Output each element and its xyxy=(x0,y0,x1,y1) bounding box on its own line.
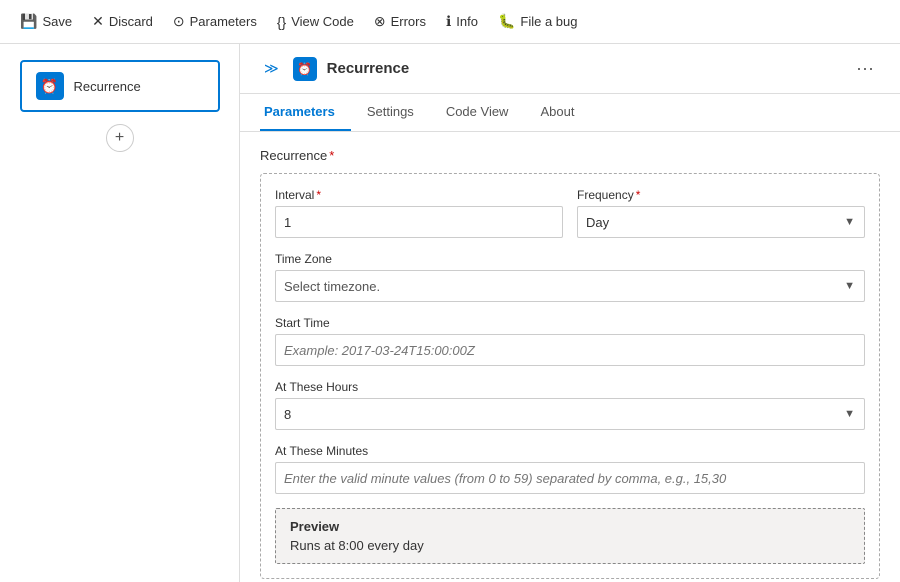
discard-button[interactable]: ✕ Discard xyxy=(84,9,161,34)
frequency-select[interactable]: Day Hour Minute Month Week xyxy=(577,206,865,238)
preview-box: Preview Runs at 8:00 every day xyxy=(275,508,865,564)
recurrence-section-label: Recurrence* xyxy=(260,148,880,163)
timezone-select-wrap: Select timezone. UTC Eastern Time Pacifi… xyxy=(275,270,865,302)
viewcode-button[interactable]: {} View Code xyxy=(269,10,362,34)
discard-icon: ✕ xyxy=(92,13,104,30)
parameters-button[interactable]: ⊙ Parameters xyxy=(165,9,265,34)
viewcode-icon: {} xyxy=(277,14,286,30)
main-layout: ⏰ Recurrence + ≫ ⏰ Recurrence ··· Parame… xyxy=(0,44,900,582)
frequency-group: Frequency* Day Hour Minute Month Week ▼ xyxy=(577,188,865,238)
save-icon: 💾 xyxy=(20,13,37,30)
info-button[interactable]: ℹ Info xyxy=(438,9,486,34)
errors-icon: ⊗ xyxy=(374,13,386,30)
hours-label: At These Hours xyxy=(275,380,865,394)
fileabug-button[interactable]: 🐛 File a bug xyxy=(490,9,586,34)
timezone-label: Time Zone xyxy=(275,252,865,266)
parameters-icon: ⊙ xyxy=(173,13,185,30)
timezone-group: Time Zone Select timezone. UTC Eastern T… xyxy=(275,252,865,302)
form-area: Recurrence* Interval* Frequency* xyxy=(240,132,900,582)
recurrence-node-label: Recurrence xyxy=(74,79,141,94)
recurrence-node-card[interactable]: ⏰ Recurrence xyxy=(20,60,220,112)
interval-frequency-row: Interval* Frequency* Day Hour Minute xyxy=(275,188,865,238)
tab-parameters[interactable]: Parameters xyxy=(260,94,351,131)
save-button[interactable]: 💾 Save xyxy=(12,9,80,34)
hours-select[interactable]: 8 0 1 2 3 4 5 6 7 9 10 12 xyxy=(275,398,865,430)
tab-about[interactable]: About xyxy=(536,94,590,131)
interval-group: Interval* xyxy=(275,188,563,238)
recurrence-node-icon: ⏰ xyxy=(36,72,64,100)
tab-settings[interactable]: Settings xyxy=(363,94,430,131)
starttime-input[interactable] xyxy=(275,334,865,366)
frequency-label: Frequency* xyxy=(577,188,865,202)
panel-header: ≫ ⏰ Recurrence ··· xyxy=(240,44,900,94)
preview-title: Preview xyxy=(290,519,850,534)
hours-select-wrap: 8 0 1 2 3 4 5 6 7 9 10 12 xyxy=(275,398,865,430)
right-panel: ≫ ⏰ Recurrence ··· Parameters Settings C… xyxy=(240,44,900,582)
tabs-container: Parameters Settings Code View About xyxy=(240,94,900,132)
info-icon: ℹ xyxy=(446,13,451,30)
hours-group: At These Hours 8 0 1 2 3 4 5 6 7 9 xyxy=(275,380,865,430)
toolbar: 💾 Save ✕ Discard ⊙ Parameters {} View Co… xyxy=(0,0,900,44)
plus-icon: + xyxy=(115,129,124,147)
required-marker: * xyxy=(329,148,334,163)
errors-button[interactable]: ⊗ Errors xyxy=(366,9,434,34)
tab-codeview[interactable]: Code View xyxy=(442,94,525,131)
bug-icon: 🐛 xyxy=(498,13,515,30)
preview-text: Runs at 8:00 every day xyxy=(290,538,850,553)
frequency-select-wrap: Day Hour Minute Month Week ▼ xyxy=(577,206,865,238)
timezone-select[interactable]: Select timezone. UTC Eastern Time Pacifi… xyxy=(275,270,865,302)
minutes-group: At These Minutes xyxy=(275,444,865,494)
more-options-button[interactable]: ··· xyxy=(850,56,880,81)
panel-title: Recurrence xyxy=(327,60,840,77)
panel-title-icon: ⏰ xyxy=(293,57,317,81)
interval-label: Interval* xyxy=(275,188,563,202)
recurrence-dashed-box: Interval* Frequency* Day Hour Minute xyxy=(260,173,880,579)
left-panel: ⏰ Recurrence + xyxy=(0,44,240,582)
minutes-label: At These Minutes xyxy=(275,444,865,458)
interval-input[interactable] xyxy=(275,206,563,238)
starttime-group: Start Time xyxy=(275,316,865,366)
minutes-input[interactable] xyxy=(275,462,865,494)
starttime-label: Start Time xyxy=(275,316,865,330)
expand-button[interactable]: ≫ xyxy=(260,58,283,79)
add-node-button[interactable]: + xyxy=(106,124,134,152)
